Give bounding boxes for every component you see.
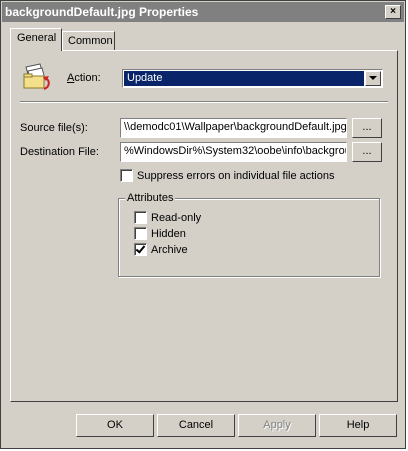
read-only-checkbox[interactable] (134, 211, 147, 224)
source-file-label: Source file(s): (20, 122, 88, 134)
properties-dialog: backgroundDefault.jpg Properties × Gener… (0, 0, 406, 449)
chevron-down-icon[interactable] (365, 71, 381, 86)
suppress-errors-label[interactable]: Suppress errors on individual file actio… (137, 169, 335, 183)
tab-common[interactable]: Common (62, 31, 115, 51)
action-dropdown[interactable]: Update (122, 69, 383, 88)
read-only-label[interactable]: Read-only (151, 211, 201, 225)
action-selected-value: Update (124, 71, 364, 86)
archive-label[interactable]: Archive (151, 243, 188, 257)
close-button[interactable]: × (385, 5, 401, 19)
tab-general-label: General (17, 32, 57, 44)
destination-file-field[interactable]: %WindowsDir%\System32\oobe\info\backgrou… (120, 142, 347, 162)
destination-file-label: Destination File: (20, 146, 99, 158)
source-browse-button[interactable]: ... (352, 118, 382, 138)
suppress-errors-checkbox[interactable] (120, 169, 133, 182)
help-button[interactable]: Help (319, 414, 397, 437)
file-copy-icon (23, 63, 50, 90)
cancel-button[interactable]: Cancel (157, 414, 235, 437)
attributes-group-title: Attributes (125, 191, 176, 205)
archive-checkbox[interactable] (134, 243, 147, 256)
title-bar: backgroundDefault.jpg Properties × (2, 2, 404, 22)
hidden-checkbox[interactable] (134, 227, 147, 240)
tab-common-label: Common (68, 35, 113, 47)
window-title: backgroundDefault.jpg Properties (5, 5, 199, 19)
destination-browse-button[interactable]: ... (352, 142, 382, 162)
divider (20, 101, 388, 103)
source-file-field[interactable]: \\demodc01\Wallpaper\backgroundDefault.j… (120, 118, 347, 138)
ok-button[interactable]: OK (76, 414, 154, 437)
apply-button[interactable]: Apply (238, 414, 316, 437)
action-label: Action: (67, 72, 101, 84)
tab-general[interactable]: General (10, 28, 62, 51)
hidden-label[interactable]: Hidden (151, 227, 186, 241)
